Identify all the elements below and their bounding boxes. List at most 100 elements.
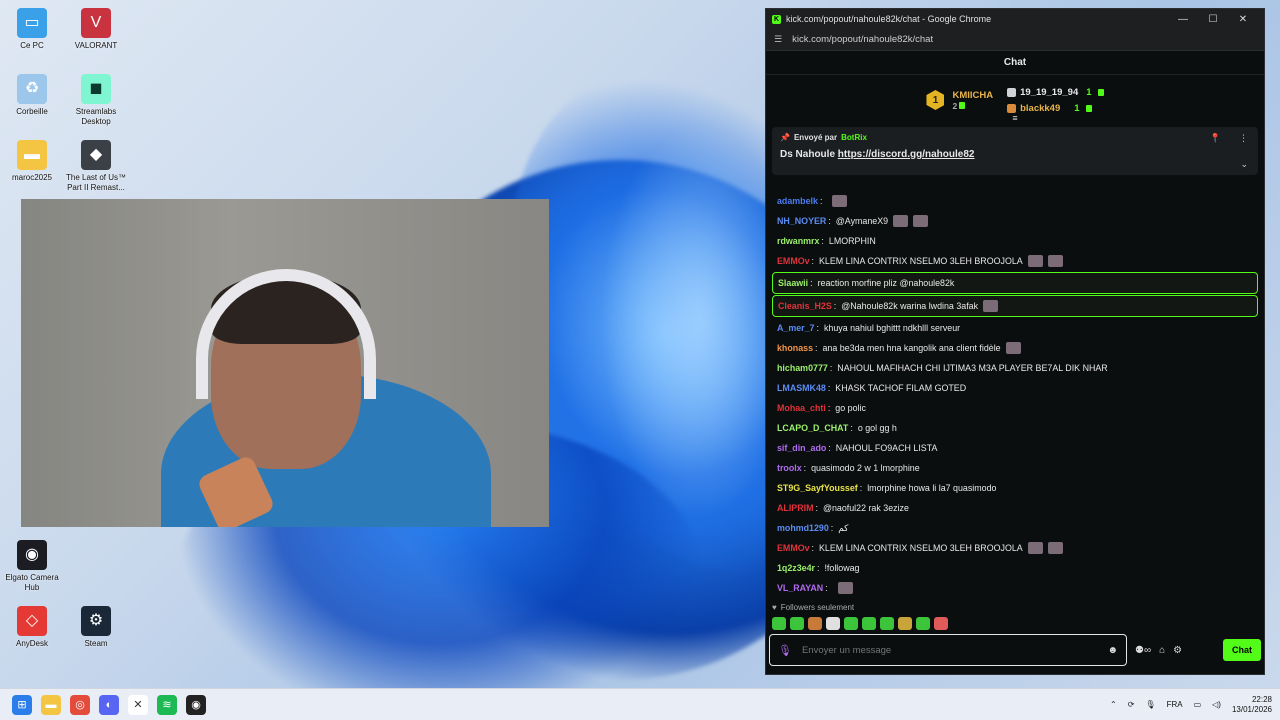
chat-username[interactable]: ST9G_SayfYoussef (777, 482, 858, 494)
chat-username[interactable]: rdwanmrx (777, 235, 819, 247)
emote-icon[interactable] (880, 617, 894, 630)
system-tray: ⌃ ⟳ 🎙 FRA ▭ ◁) 22:28 13/01/2026 (1110, 695, 1272, 715)
emoji-picker-icon[interactable]: ☻ (1107, 645, 1118, 656)
more-options-icon[interactable]: ⋮ (1239, 133, 1248, 144)
start-windows-icon[interactable]: ⊞ (12, 694, 32, 715)
site-settings-icon[interactable]: ☰ (774, 34, 782, 45)
chat-username[interactable]: LCAPO_D_CHAT (777, 422, 848, 434)
microphone-tray-icon[interactable]: 🎙 (1145, 700, 1155, 709)
emote-icon[interactable] (1027, 542, 1043, 554)
chat-username[interactable]: hicham0777 (777, 362, 828, 374)
chat-input[interactable] (801, 644, 1098, 656)
emote-icon[interactable] (1027, 255, 1043, 267)
tray-overflow-chevron-icon[interactable]: ⌃ (1110, 700, 1117, 709)
gem-icon (959, 101, 966, 109)
chat-username[interactable]: LMASMK48 (777, 382, 826, 394)
chat-username[interactable]: khonass (777, 342, 813, 354)
file-explorer-icon[interactable]: ▬ (41, 694, 61, 715)
emote-icon[interactable] (844, 617, 858, 630)
desktop-icon-valorant[interactable]: V VALORANT (64, 8, 128, 51)
chat-username[interactable]: troolx (777, 462, 802, 474)
emote-icon[interactable] (832, 195, 848, 207)
recycle-bin-icon: ♻ (17, 74, 47, 104)
chat-username[interactable]: Cleanis_H2S (778, 300, 832, 312)
chat-username[interactable]: Mohaa_chti (777, 402, 826, 414)
emote-icon[interactable] (808, 617, 822, 630)
chat-username[interactable]: NH_NOYER (777, 215, 826, 227)
emote-icon[interactable] (934, 617, 948, 630)
spotify-icon[interactable]: ≋ (157, 694, 177, 715)
emote-icon[interactable] (862, 617, 876, 630)
clock[interactable]: 22:28 13/01/2026 (1232, 695, 1272, 715)
language-indicator[interactable]: FRA (1167, 700, 1183, 709)
chat-text: ana be3da men hna kangolik ana client fi… (822, 343, 1001, 353)
chrome-icon[interactable]: ◎ (70, 694, 90, 715)
title-bar: K kick.com/popout/nahoule82k/chat - Goog… (766, 9, 1264, 29)
chat-username[interactable]: Slaawii (778, 277, 808, 289)
address-bar[interactable]: ☰ kick.com/popout/nahoule82k/chat (766, 29, 1264, 51)
chat-username[interactable]: EMMOv (777, 542, 810, 554)
network-icon[interactable]: ▭ (1194, 700, 1202, 709)
send-chat-button[interactable]: Chat (1223, 639, 1261, 661)
emote-icon[interactable] (826, 617, 840, 630)
desktop-icon-elgato[interactable]: ◉ Elgato Camera Hub (0, 540, 64, 593)
chrome-window: K kick.com/popout/nahoule82k/chat - Goog… (765, 8, 1265, 675)
discord-icon[interactable]: ◐ (99, 694, 119, 715)
chat-username[interactable]: A_mer_7 (777, 322, 815, 334)
chat-username[interactable]: VL_RAYAN (777, 582, 823, 594)
pinned-sender[interactable]: BotRix (841, 133, 867, 142)
chat-username[interactable]: adambelk (777, 195, 818, 207)
maximize-button[interactable]: ☐ (1198, 14, 1228, 25)
chat-text: LMORPHIN (828, 236, 876, 246)
emote-icon[interactable] (837, 582, 853, 594)
pin-icon: 📌 (780, 133, 790, 142)
capcut-icon[interactable]: ✕ (128, 694, 148, 715)
volume-icon[interactable]: ◁) (1212, 700, 1221, 709)
obs-icon[interactable]: ◉ (186, 694, 206, 715)
chat-username[interactable]: 1q2z3e4r (777, 562, 815, 574)
minimize-button[interactable]: — (1168, 14, 1198, 25)
chat-message: rdwanmrx: LMORPHIN (772, 231, 1258, 251)
sync-icon[interactable]: ⟳ (1128, 700, 1135, 709)
emote-icon[interactable] (1047, 255, 1063, 267)
store-icon[interactable]: ⌂ (1159, 645, 1165, 656)
leaderboard-third[interactable]: blackk49 1 (1007, 103, 1103, 114)
emote-icon[interactable] (983, 300, 999, 312)
desktop-icon-this-pc[interactable]: ▭ Ce PC (0, 8, 64, 51)
emote-icon[interactable] (916, 617, 930, 630)
channel-points-icon[interactable]: ⚉∞ (1135, 645, 1151, 656)
desktop-icon-tlou[interactable]: ◆ The Last of Us™ Part II Remast... (64, 140, 128, 193)
emote-icon[interactable] (772, 617, 786, 630)
window-title: kick.com/popout/nahoule82k/chat - Google… (786, 14, 992, 24)
desktop-icon-recycle-bin[interactable]: ♻ Corbeille (0, 74, 64, 117)
chat-username[interactable]: EMMOv (777, 255, 810, 267)
desktop-icon-folder[interactable]: ▬ maroc2025 (0, 140, 64, 183)
leaderboard-second[interactable]: 19_19_19_94 1 (1007, 87, 1104, 98)
settings-gear-icon[interactable]: ⚙ (1173, 645, 1182, 656)
unpin-icon[interactable]: 📍 (1210, 133, 1221, 144)
desktop-icon-steam[interactable]: ⚙ Steam (64, 606, 128, 649)
emote-icon[interactable] (893, 215, 909, 227)
desktop-icon-streamlabs[interactable]: ◼ Streamlabs Desktop (64, 74, 128, 127)
chat-message: troolx: quasimodo 2 w 1 lmorphine (772, 458, 1258, 478)
chat-username[interactable]: sif_din_ado (777, 442, 826, 454)
close-button[interactable]: ✕ (1228, 14, 1258, 25)
microphone-icon[interactable]: 🎙 (778, 644, 792, 657)
chat-text: go polic (835, 403, 866, 413)
chat-separator: : (850, 423, 853, 433)
emote-icon[interactable] (913, 215, 929, 227)
leaderboard-first[interactable]: KMIICHA 2 (952, 90, 993, 111)
collapse-leaderboard-icon[interactable]: ≡ (1012, 113, 1017, 123)
emote-icon[interactable] (898, 617, 912, 630)
emote-icon[interactable] (790, 617, 804, 630)
emote-icon[interactable] (1005, 342, 1021, 354)
expand-pinned-chevron-icon[interactable]: ⌄ (1240, 159, 1248, 170)
emote-icon[interactable] (1047, 542, 1063, 554)
desktop-icon-anydesk[interactable]: ◇ AnyDesk (0, 606, 64, 649)
chat-message: EMMOv: KLEM LINA CONTRIX NSELMO 3LEH BROO… (772, 251, 1258, 271)
chat-separator: : (811, 543, 815, 553)
chat-input-box[interactable]: 🎙 ☻ (769, 634, 1127, 666)
chat-username[interactable]: mohmd1290 (777, 522, 829, 534)
chat-username[interactable]: ALIPRIM (777, 502, 813, 514)
discord-link[interactable]: https://discord.gg/nahoule82 (838, 149, 975, 160)
